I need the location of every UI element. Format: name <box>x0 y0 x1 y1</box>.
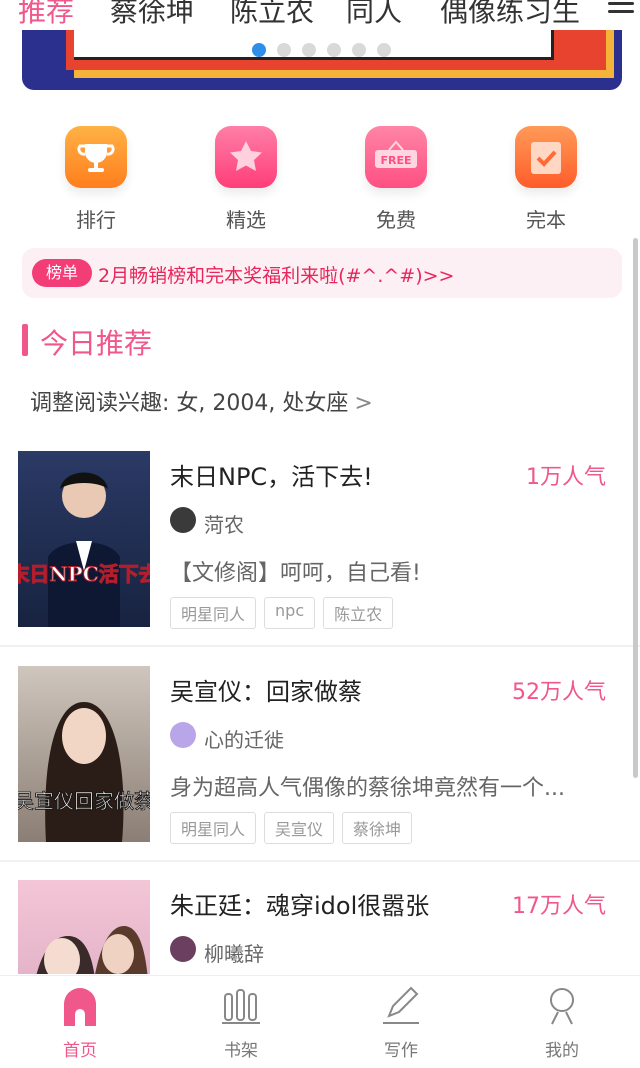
category-label: 完本 <box>526 208 566 232</box>
svg-text:吴宣仪回家做蔡: 吴宣仪回家做蔡 <box>18 789 150 813</box>
tag[interactable]: npc <box>264 597 316 629</box>
tag-list: 明星同人 吴宣仪 蔡徐坤 <box>170 812 413 844</box>
pencil-icon <box>381 986 421 1026</box>
tag[interactable]: 明星同人 <box>170 597 257 629</box>
check-doc-icon <box>515 126 577 188</box>
category-free[interactable]: FREE 免费 <box>346 126 446 233</box>
free-sign-icon: FREE <box>365 126 427 188</box>
avatar <box>170 936 196 962</box>
category-row: 排行 精选 FREE 免费 完本 <box>0 126 640 236</box>
banner-dot[interactable] <box>327 43 341 57</box>
trophy-icon <box>65 126 127 188</box>
divider <box>0 860 640 862</box>
reading-interest-link[interactable]: 调整阅读兴趣: 女, 2004, 处女座 > <box>30 385 373 417</box>
menu-icon[interactable] <box>608 2 634 22</box>
tab-fanfic[interactable]: 同人 <box>346 0 402 30</box>
book-cover: 吴宣仪回家做蔡 <box>18 666 150 842</box>
category-ranking[interactable]: 排行 <box>46 126 146 233</box>
book-card[interactable]: 吴宣仪回家做蔡 吴宣仪：回家做蔡 52万人气 心的迁徙 身为超高人气偶像的蔡徐坤… <box>0 650 640 864</box>
bookshelf-icon <box>221 986 261 1026</box>
nav-bookshelf[interactable]: 书架 <box>201 986 281 1061</box>
book-cover <box>18 880 150 974</box>
ranking-notice[interactable]: 榜单 2月畅销榜和完本奖福利来啦(#^.^#)>> <box>22 248 622 298</box>
book-description: 【文修阁】呵呵，自己看! <box>170 561 421 586</box>
book-popularity: 52万人气 <box>512 680 606 705</box>
home-icon <box>60 986 100 1026</box>
banner-dot[interactable] <box>377 43 391 57</box>
nav-label: 写作 <box>384 1041 418 1061</box>
category-completed[interactable]: 完本 <box>496 126 596 233</box>
nav-label: 书架 <box>224 1041 258 1061</box>
tag[interactable]: 明星同人 <box>170 812 257 844</box>
banner-dot[interactable] <box>252 43 266 57</box>
tag[interactable]: 蔡徐坤 <box>342 812 413 844</box>
notice-text: 2月畅销榜和完本奖福利来啦(#^.^#)>> <box>98 265 455 287</box>
chevron-right-icon: > <box>354 391 373 416</box>
nav-label: 首页 <box>63 1041 97 1061</box>
star-icon <box>215 126 277 188</box>
tag[interactable]: 陈立农 <box>323 597 394 629</box>
book-card[interactable]: 末日NPC活下去 末日NPC，活下去! 1万人气 菏农 【文修阁】呵呵，自己看!… <box>0 437 640 651</box>
category-label: 精选 <box>226 208 266 232</box>
profile-icon <box>542 986 582 1026</box>
banner-pagination <box>252 43 391 57</box>
book-title: 末日NPC，活下去! <box>170 463 373 491</box>
interest-text: 调整阅读兴趣: 女, 2004, 处女座 <box>30 391 349 416</box>
author-name: 心的迁徙 <box>204 728 284 752</box>
svg-text:FREE: FREE <box>380 154 411 167</box>
notice-badge: 榜单 <box>32 259 92 287</box>
category-label: 免费 <box>376 208 416 232</box>
category-label: 排行 <box>76 208 116 232</box>
tab-idol-producer[interactable]: 偶像练习生 <box>440 0 580 30</box>
banner-dot[interactable] <box>277 43 291 57</box>
book-title: 朱正廷：魂穿idol很嚣张 <box>170 892 430 920</box>
tag-list: 明星同人 npc 陈立农 <box>170 597 394 629</box>
book-cover: 末日NPC活下去 <box>18 451 150 627</box>
nav-label: 我的 <box>545 1041 579 1061</box>
category-featured[interactable]: 精选 <box>196 126 296 233</box>
svg-text:末日NPC活下去: 末日NPC活下去 <box>18 562 150 586</box>
bottom-nav: 首页 书架 写作 我的 <box>0 975 640 1068</box>
book-popularity: 1万人气 <box>526 465 606 490</box>
section-title: 今日推荐 <box>40 327 153 360</box>
scrollbar[interactable] <box>633 238 638 778</box>
avatar <box>170 507 196 533</box>
tab-chen-linong[interactable]: 陈立农 <box>230 0 314 30</box>
promo-banner[interactable] <box>22 30 622 90</box>
author-name: 柳曦辞 <box>204 942 264 966</box>
book-popularity: 17万人气 <box>512 894 606 919</box>
section-marker <box>22 324 28 356</box>
nav-write[interactable]: 写作 <box>361 986 441 1061</box>
book-description: 身为超高人气偶像的蔡徐坤竟然有一个... <box>170 776 565 801</box>
banner-dot[interactable] <box>352 43 366 57</box>
tab-cai-xukun[interactable]: 蔡徐坤 <box>110 0 194 30</box>
nav-profile[interactable]: 我的 <box>522 986 602 1061</box>
tag[interactable]: 吴宣仪 <box>264 812 335 844</box>
author-name: 菏农 <box>204 513 244 537</box>
banner-dot[interactable] <box>302 43 316 57</box>
book-title: 吴宣仪：回家做蔡 <box>170 678 362 706</box>
avatar <box>170 722 196 748</box>
book-card[interactable]: 朱正廷：魂穿idol很嚣张 17万人气 柳曦辞 <box>0 866 640 974</box>
divider <box>0 645 640 647</box>
nav-home[interactable]: 首页 <box>40 986 120 1061</box>
tab-recommend[interactable]: 推荐 <box>18 0 74 30</box>
